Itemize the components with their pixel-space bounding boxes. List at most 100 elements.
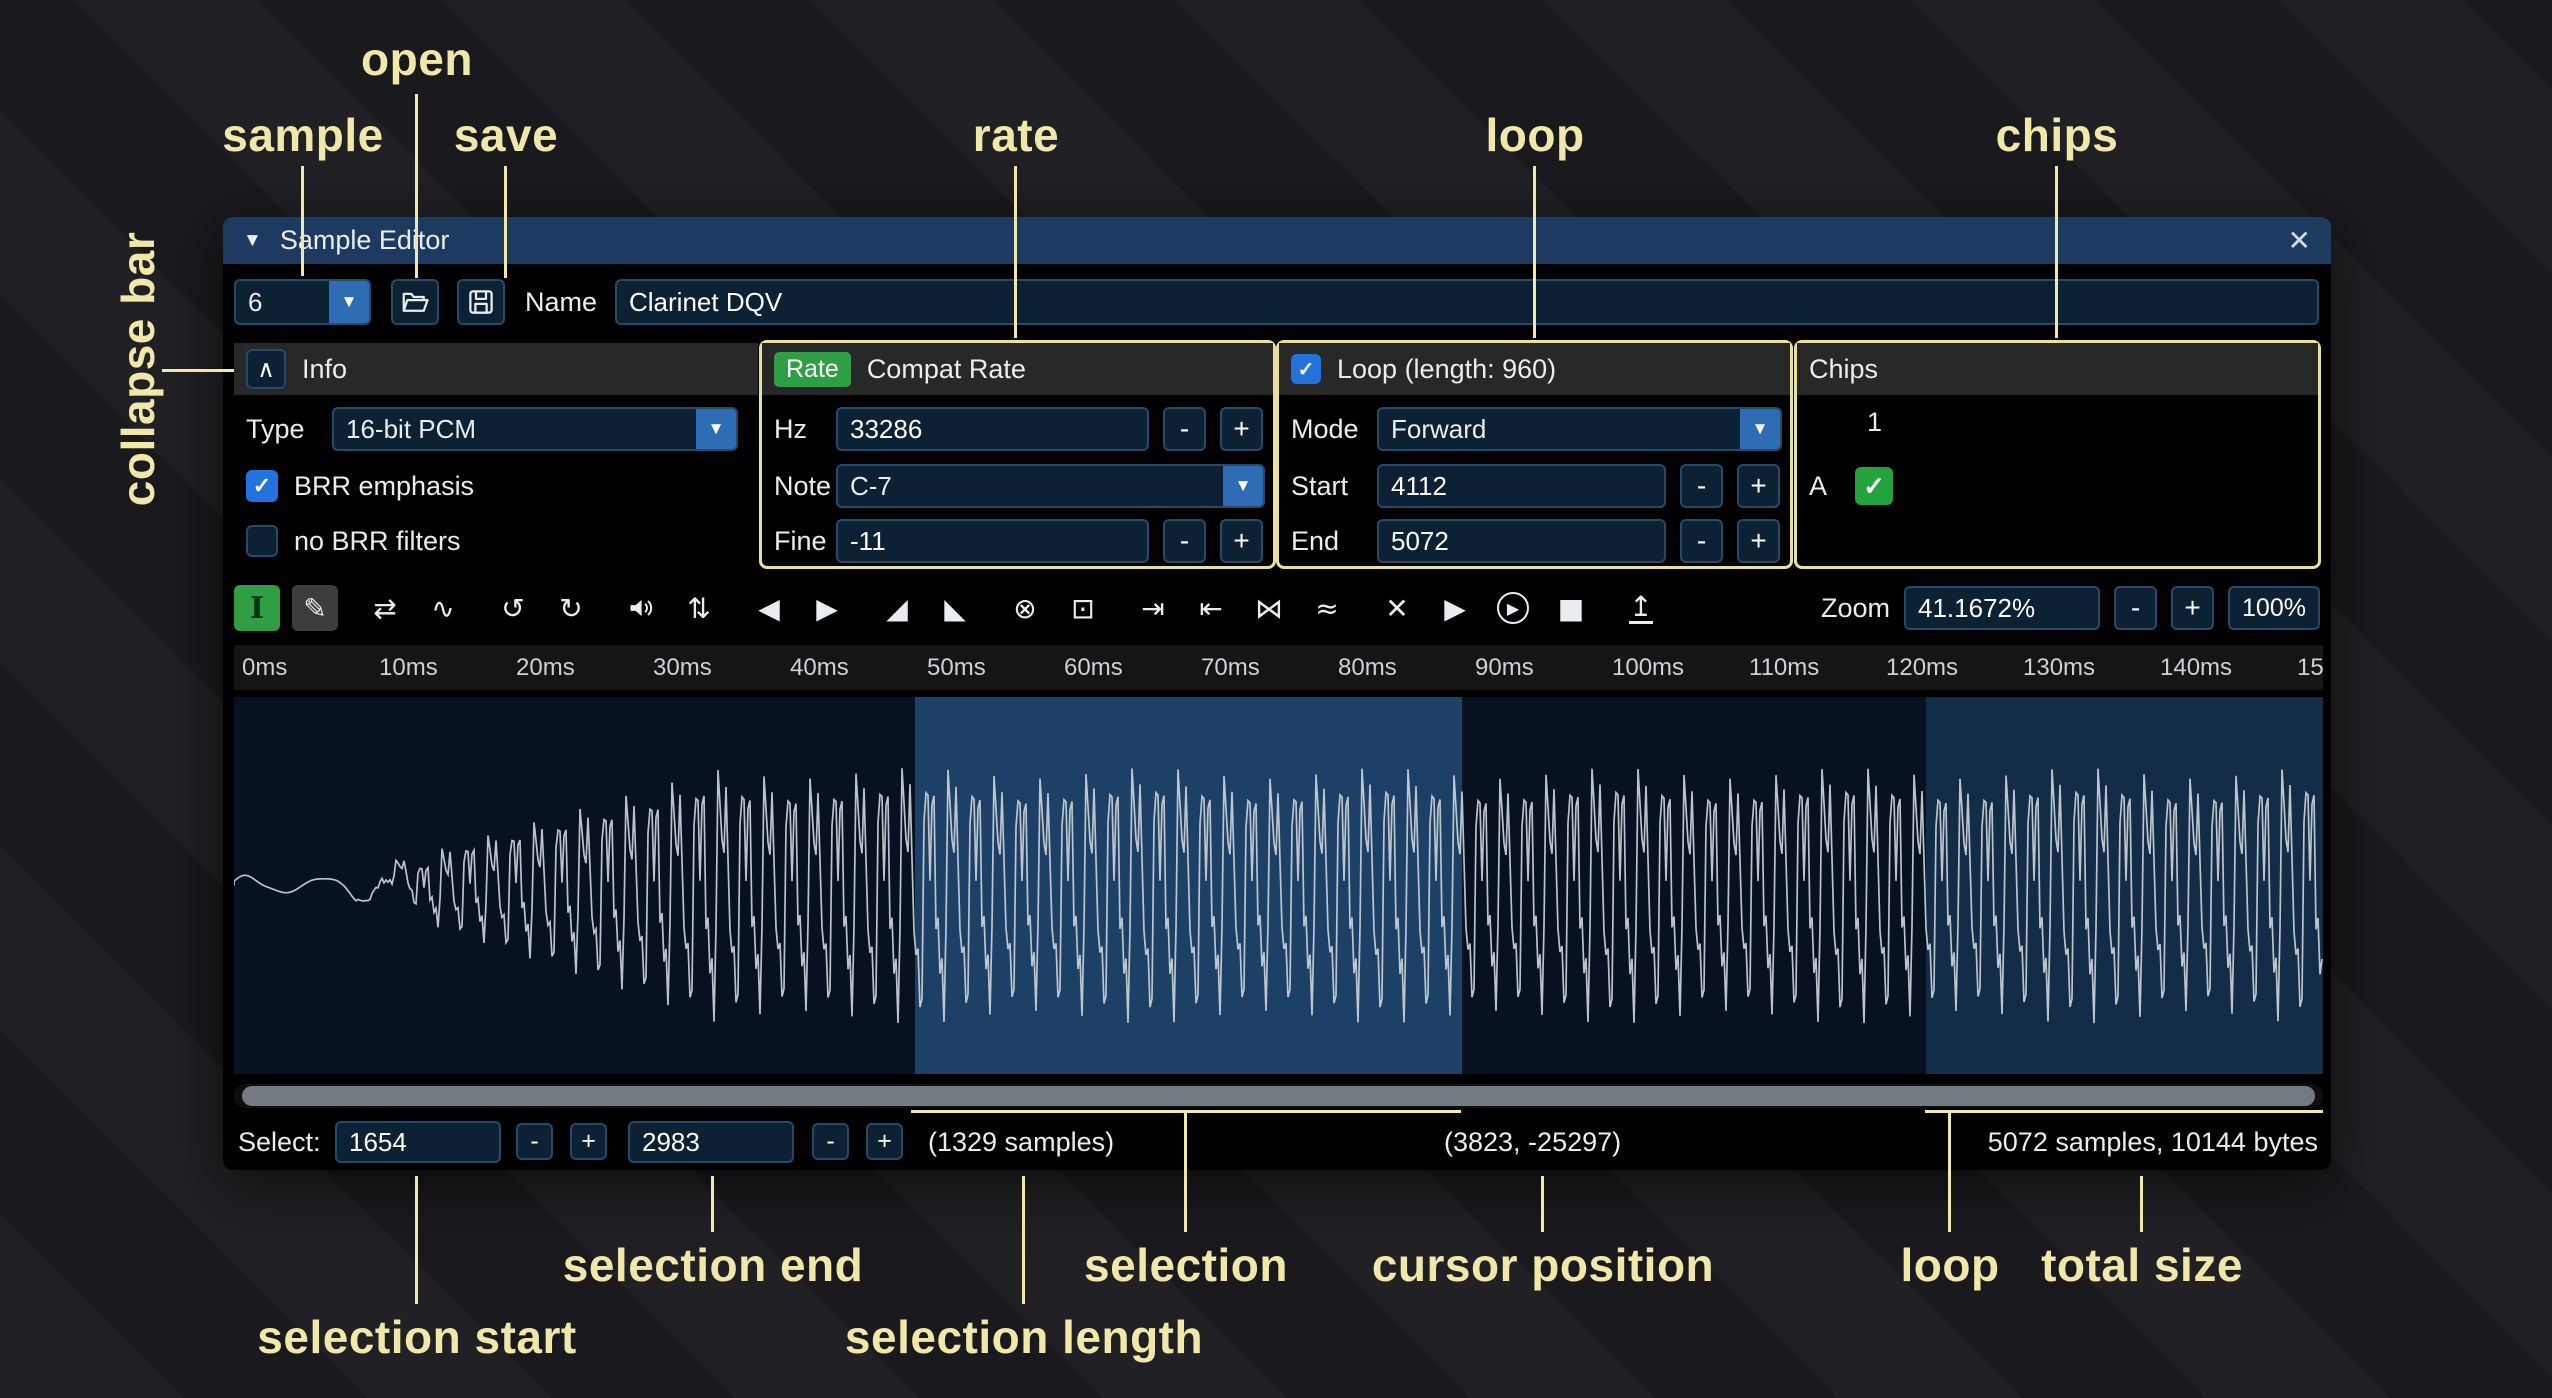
select-button[interactable]: I — [234, 585, 280, 631]
loop-mode-select[interactable]: Forward ▼ — [1377, 407, 1782, 451]
annotation-loop-region: loop — [1900, 1238, 1999, 1292]
import-icon: ↥ — [1629, 592, 1652, 624]
chip-enable-checkbox[interactable]: ✓ — [1855, 467, 1893, 505]
silence-button[interactable]: ⊗ — [1002, 585, 1048, 631]
selection-end-minus-button[interactable]: - — [812, 1123, 849, 1160]
fade-in-button[interactable]: ◢ — [874, 585, 920, 631]
hz-plus-button[interactable]: + — [1220, 407, 1263, 451]
titlebar: ▼ Sample Editor ✕ — [223, 217, 2331, 264]
preview-button[interactable]: ▶ — [1432, 585, 1478, 631]
chevron-down-icon[interactable]: ▼ — [696, 409, 736, 449]
insert-silence-button[interactable]: ⇥ — [1130, 585, 1176, 631]
scrollbar-thumb[interactable] — [242, 1086, 2315, 1106]
resize-button[interactable]: ⇄ — [362, 585, 408, 631]
sample-number-select[interactable]: 6 ▼ — [234, 279, 371, 325]
info-panel: ∧ Info Type 16-bit PCM ▼ ✓ BRR emphasis … — [234, 343, 758, 566]
no-brr-filters-checkbox[interactable] — [246, 525, 278, 557]
fine-minus-button[interactable]: - — [1163, 519, 1206, 563]
info-header-label: Info — [302, 354, 347, 385]
chip-row-label: A — [1809, 464, 1827, 508]
fine-input[interactable] — [836, 519, 1149, 563]
annotation-collapse-bar: collapse bar — [111, 232, 165, 506]
loop-end-minus-button[interactable]: - — [1680, 519, 1723, 563]
fade-out-button[interactable]: ◣ — [932, 585, 978, 631]
loop-end-plus-button[interactable]: + — [1737, 519, 1780, 563]
annotation-chips: chips — [1996, 108, 2119, 162]
waveform-scrollbar[interactable] — [234, 1084, 2323, 1108]
ruler-tick: 120ms — [1886, 645, 1958, 690]
note-select[interactable]: C-7 ▼ — [836, 464, 1265, 508]
selection-start-plus-button[interactable]: + — [570, 1123, 607, 1160]
waveform-display[interactable] — [234, 697, 2323, 1074]
timeline-ruler[interactable]: 0ms10ms20ms30ms40ms50ms60ms70ms80ms90ms1… — [234, 645, 2323, 690]
selection-length-text: (1329 samples) — [928, 1117, 1114, 1167]
hz-input[interactable] — [836, 407, 1149, 451]
zoom-in-button[interactable]: + — [2171, 586, 2214, 630]
apply-silence-button[interactable]: ⇤ — [1188, 585, 1234, 631]
annotation-line-selection-start — [415, 1176, 418, 1304]
filter-icon: ≈ — [1315, 592, 1338, 625]
zoom-input[interactable] — [1904, 586, 2100, 630]
fade-in-icon: ◢ — [886, 592, 908, 625]
rate-header-label: Compat Rate — [867, 354, 1026, 385]
resample-button[interactable]: ∿ — [420, 585, 466, 631]
zoom-out-button[interactable]: - — [2114, 586, 2157, 630]
annotation-line-selection-end — [711, 1176, 714, 1232]
annotation-line-chips — [2055, 166, 2058, 338]
filter-button[interactable]: ≈ — [1304, 585, 1350, 631]
chevron-down-icon[interactable]: ▼ — [1740, 409, 1780, 449]
stop-preview-icon: ■ — [1558, 592, 1584, 625]
undo-icon: ↺ — [501, 592, 524, 625]
fine-plus-button[interactable]: + — [1220, 519, 1263, 563]
chevron-down-icon[interactable]: ▼ — [1223, 466, 1263, 506]
selection-end-input[interactable] — [628, 1121, 794, 1163]
chips-panel: Chips 1 A ✓ — [1794, 340, 2321, 569]
loop-start-minus-button[interactable]: - — [1680, 464, 1723, 508]
toolbar-groups: I ✎ ⇄ ∿ ↺ ↻ ⇅ ◀ ▶ ◢ ◣ ⊗ ⊡ ⇥ ⇤ ⋈ ≈ ✕ ▶ ▶ ■ ↥ — [234, 585, 1664, 631]
annotation-sample: sample — [222, 108, 384, 162]
total-size-text: 5072 samples, 10144 bytes — [1988, 1117, 2318, 1167]
loop-end-input[interactable] — [1377, 519, 1666, 563]
amplify-button[interactable] — [618, 585, 664, 631]
sample-type-select[interactable]: 16-bit PCM ▼ — [332, 407, 738, 451]
selection-start-input[interactable] — [335, 1121, 501, 1163]
import-button[interactable]: ↥ — [1618, 585, 1664, 631]
draw-button[interactable]: ✎ — [292, 585, 338, 631]
redo-button[interactable]: ↻ — [548, 585, 594, 631]
annotation-save: save — [454, 108, 558, 162]
annotation-selection-length: selection length — [845, 1310, 1203, 1364]
annotation-cursor-position: cursor position — [1372, 1238, 1714, 1292]
undo-button[interactable]: ↺ — [490, 585, 536, 631]
preview-selection-button[interactable]: ▶ — [1490, 585, 1536, 631]
selection-start-minus-button[interactable]: - — [516, 1123, 553, 1160]
reverse-button[interactable]: ◀ — [746, 585, 792, 631]
close-icon[interactable]: ✕ — [2288, 224, 2311, 257]
crossfade-button[interactable]: ⋈ — [1246, 585, 1292, 631]
note-value: C-7 — [838, 466, 1223, 506]
selection-end-plus-button[interactable]: + — [866, 1123, 903, 1160]
normalize-button[interactable]: ⇅ — [676, 585, 722, 631]
check-icon: ✓ — [253, 473, 271, 499]
collapse-section-button[interactable]: ∧ — [246, 349, 286, 389]
loop-enable-checkbox[interactable]: ✓ — [1291, 354, 1321, 384]
ruler-tick: 60ms — [1064, 645, 1123, 690]
save-sample-button[interactable] — [457, 279, 505, 325]
zoom-reset-button[interactable]: 100% — [2228, 586, 2320, 630]
collapse-window-icon[interactable]: ▼ — [243, 230, 262, 252]
chevron-down-icon[interactable]: ▼ — [329, 281, 369, 323]
ruler-tick: 10ms — [379, 645, 438, 690]
open-sample-button[interactable] — [391, 279, 439, 325]
delete-button[interactable]: ✕ — [1374, 585, 1420, 631]
hz-minus-button[interactable]: - — [1163, 407, 1206, 451]
invert-button[interactable]: ▶ — [804, 585, 850, 631]
loop-start-plus-button[interactable]: + — [1737, 464, 1780, 508]
stop-preview-button[interactable]: ■ — [1548, 585, 1594, 631]
annotation-line-open — [415, 94, 418, 278]
chips-header: Chips — [1797, 343, 2318, 395]
brr-emphasis-checkbox[interactable]: ✓ — [246, 470, 278, 502]
trim-button[interactable]: ⊡ — [1060, 585, 1106, 631]
sample-name-input[interactable] — [615, 279, 2319, 325]
loop-end-label: End — [1291, 526, 1377, 557]
zoom-controls: Zoom - + 100% — [1821, 586, 2320, 630]
loop-start-input[interactable] — [1377, 464, 1666, 508]
